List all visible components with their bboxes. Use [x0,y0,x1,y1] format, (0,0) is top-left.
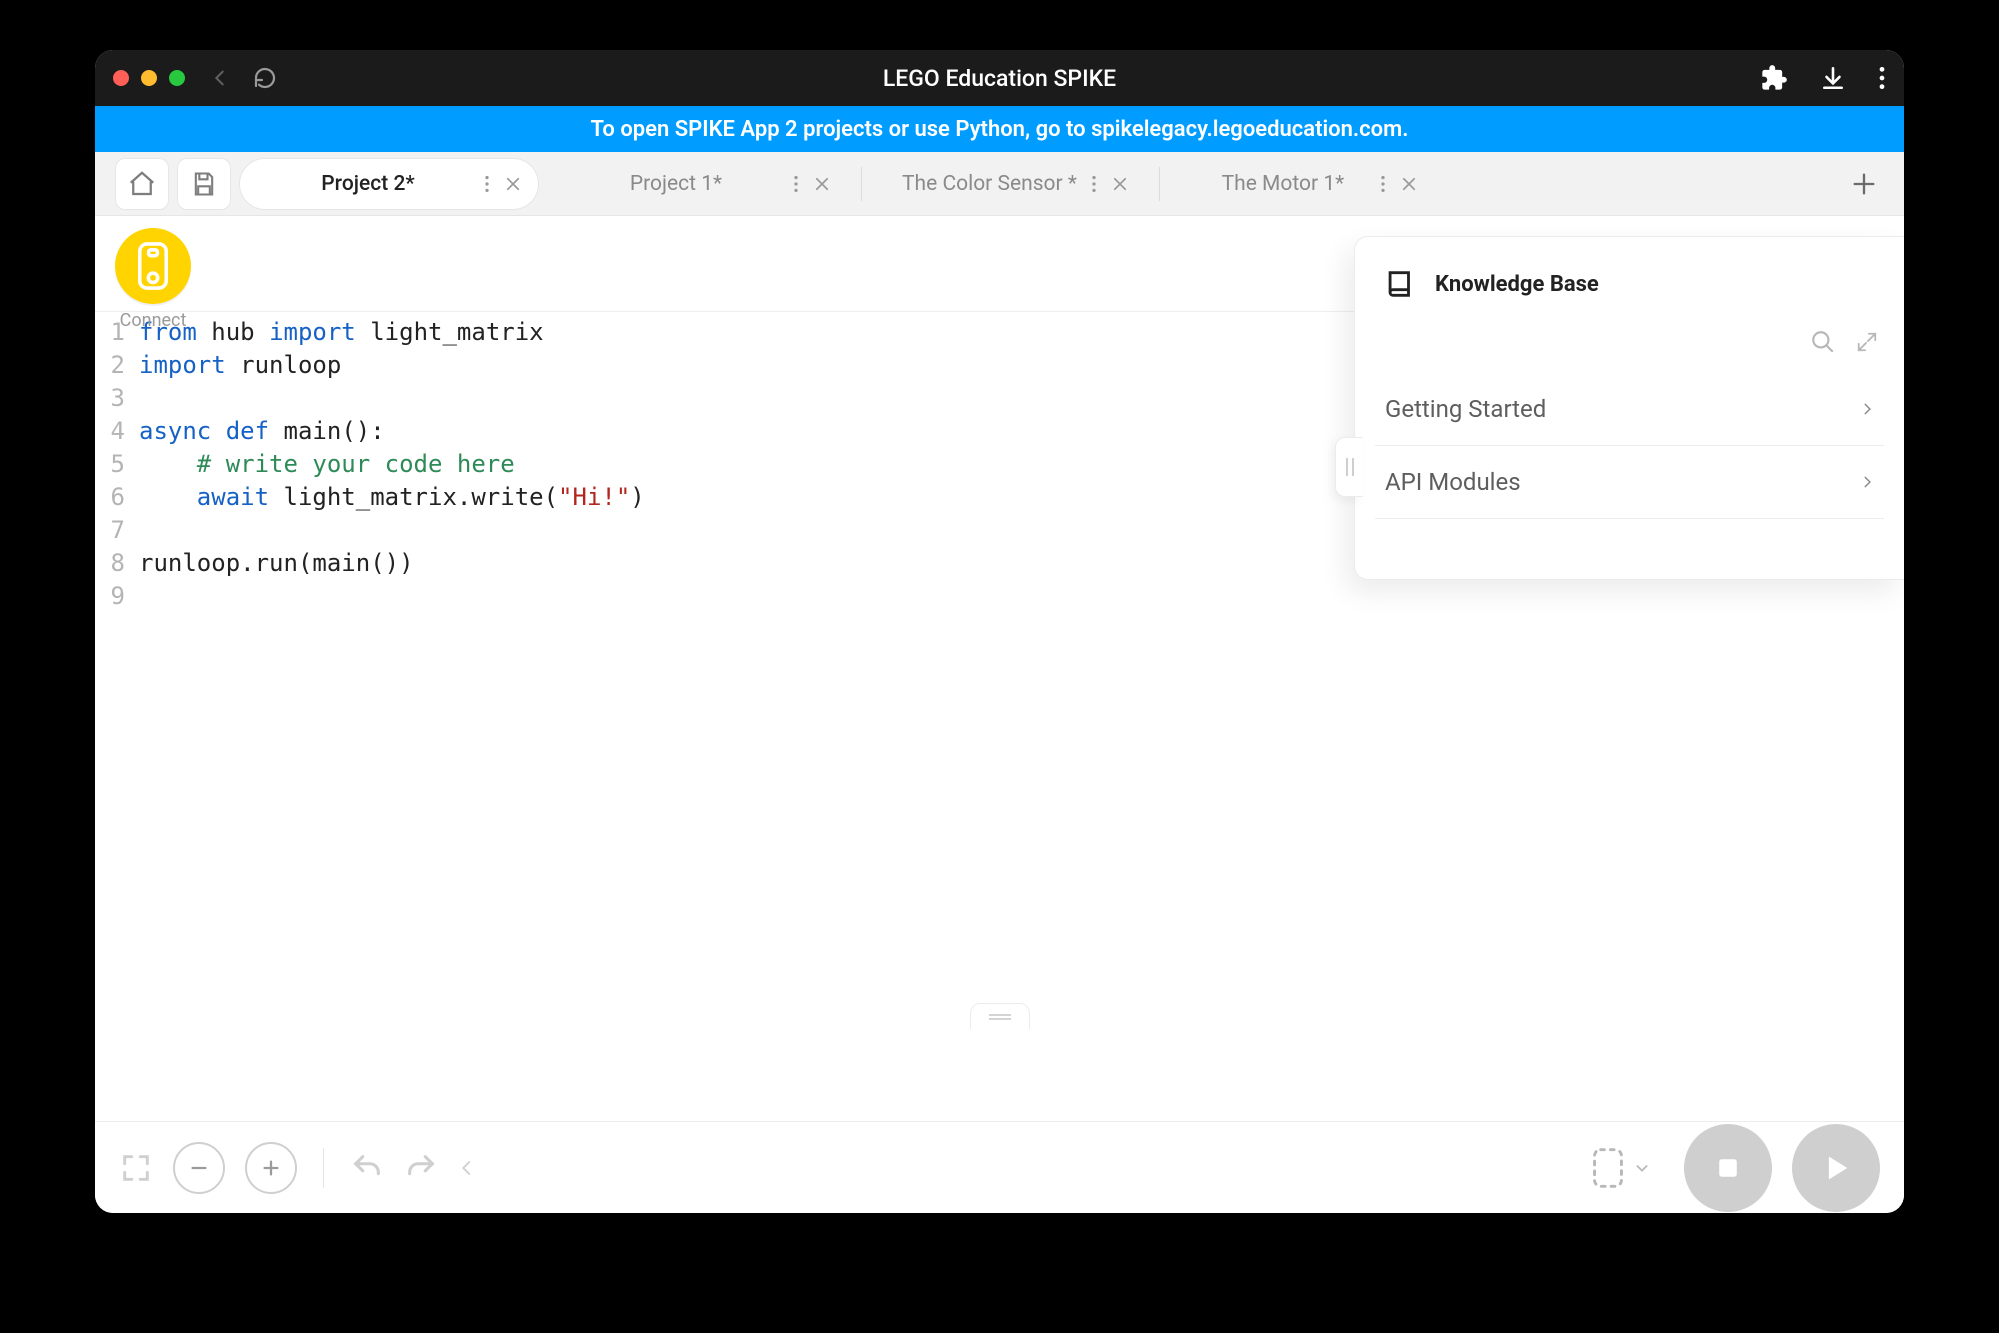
window-controls [113,70,185,86]
run-button[interactable] [1792,1124,1880,1212]
connect-label: Connect [120,310,187,331]
chevron-right-icon [1860,399,1874,419]
tab-color-sensor[interactable]: The Color Sensor * [876,158,1145,210]
tab-project-1[interactable]: Project 1* [547,158,847,210]
kebab-menu-icon[interactable] [1878,65,1886,91]
tab-close-icon[interactable] [813,175,831,193]
book-icon [1383,267,1417,301]
kb-title: Knowledge Base [1435,272,1599,297]
zoom-in-button[interactable] [245,1142,297,1194]
tab-menu-icon[interactable] [1091,173,1097,195]
line-gutter: 123 456 789 [95,316,125,1121]
tab-strip: Project 2* Project 1* The Color Sensor * [95,152,1904,216]
fullscreen-window-button[interactable] [169,70,185,86]
tab-project-2[interactable]: Project 2* [239,158,539,210]
extension-icon[interactable] [1760,64,1788,92]
reload-icon[interactable] [253,66,277,90]
window-title: LEGO Education SPIKE [95,65,1904,92]
panel-collapse-handle[interactable] [1335,437,1363,497]
tab-label: The Color Sensor * [902,172,1077,196]
tab-menu-icon[interactable] [1380,173,1386,195]
expand-icon[interactable] [1856,329,1878,355]
footer-toolbar [95,1121,1904,1213]
chevron-right-icon [1860,472,1874,492]
undo-icon[interactable] [350,1151,384,1185]
minimize-window-button[interactable] [141,70,157,86]
search-icon[interactable] [1810,329,1836,355]
connect-hub-button[interactable] [115,228,191,304]
legacy-banner: To open SPIKE App 2 projects or use Pyth… [95,106,1904,152]
save-button[interactable] [177,158,231,210]
chevron-down-icon [1634,1160,1650,1176]
toolbar-separator [323,1148,324,1188]
editor-area: Connect 123 456 789 from hub import ligh… [95,216,1904,1121]
chevron-left-icon[interactable] [458,1155,476,1181]
download-icon[interactable] [1820,65,1846,91]
tab-label: Project 1* [573,172,779,196]
home-button[interactable] [115,158,169,210]
kb-item-label: API Modules [1385,468,1521,496]
tab-separator [1159,167,1160,201]
app-window: LEGO Education SPIKE To open SPIKE App 2… [95,50,1904,1213]
knowledge-base-panel: Knowledge Base Getting Started API Modul… [1354,236,1904,580]
tab-motor-1[interactable]: The Motor 1* [1174,158,1434,210]
titlebar: LEGO Education SPIKE [95,50,1904,106]
tab-close-icon[interactable] [1400,175,1418,193]
redo-icon[interactable] [404,1151,438,1185]
stop-button[interactable] [1684,1124,1772,1212]
kb-item-label: Getting Started [1385,395,1546,423]
close-window-button[interactable] [113,70,129,86]
tab-menu-icon[interactable] [793,173,799,195]
back-icon[interactable] [209,67,231,89]
tab-separator [861,167,862,201]
kb-item-api-modules[interactable]: API Modules [1375,446,1884,519]
new-tab-button[interactable] [1844,164,1884,204]
fullscreen-icon[interactable] [119,1151,153,1185]
tab-label: Project 2* [266,172,470,196]
tab-close-icon[interactable] [504,175,522,193]
zoom-out-button[interactable] [173,1142,225,1194]
tab-close-icon[interactable] [1111,175,1129,193]
legacy-banner-text: To open SPIKE App 2 projects or use Pyth… [591,117,1409,142]
tab-label: The Motor 1* [1200,172,1366,196]
tab-menu-icon[interactable] [484,173,490,195]
console-drag-handle[interactable] [970,1003,1030,1029]
slot-picker[interactable] [1590,1146,1650,1190]
kb-item-getting-started[interactable]: Getting Started [1375,373,1884,446]
